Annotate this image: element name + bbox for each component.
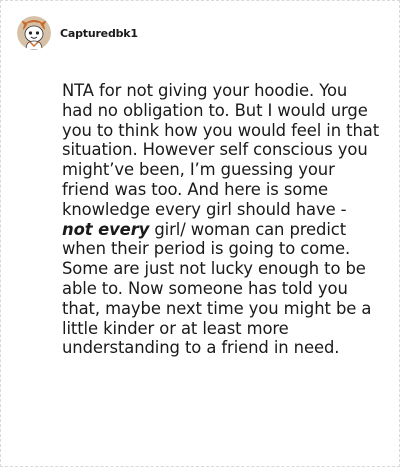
- snoo-avatar-icon: [17, 16, 51, 50]
- username[interactable]: Capturedbk1: [60, 27, 138, 40]
- comment-card: Capturedbk1 NTA for not giving your hood…: [0, 0, 400, 467]
- avatar[interactable]: [17, 16, 51, 50]
- comment-text-before: NTA for not giving your hoodie. You had …: [62, 81, 380, 219]
- comment-text-after: girl/ woman can predict when their perio…: [62, 219, 372, 358]
- comment-body: NTA for not giving your hoodie. You had …: [62, 81, 382, 358]
- comment-header: Capturedbk1: [17, 15, 138, 51]
- comment-text-emphasis: not every: [62, 219, 150, 239]
